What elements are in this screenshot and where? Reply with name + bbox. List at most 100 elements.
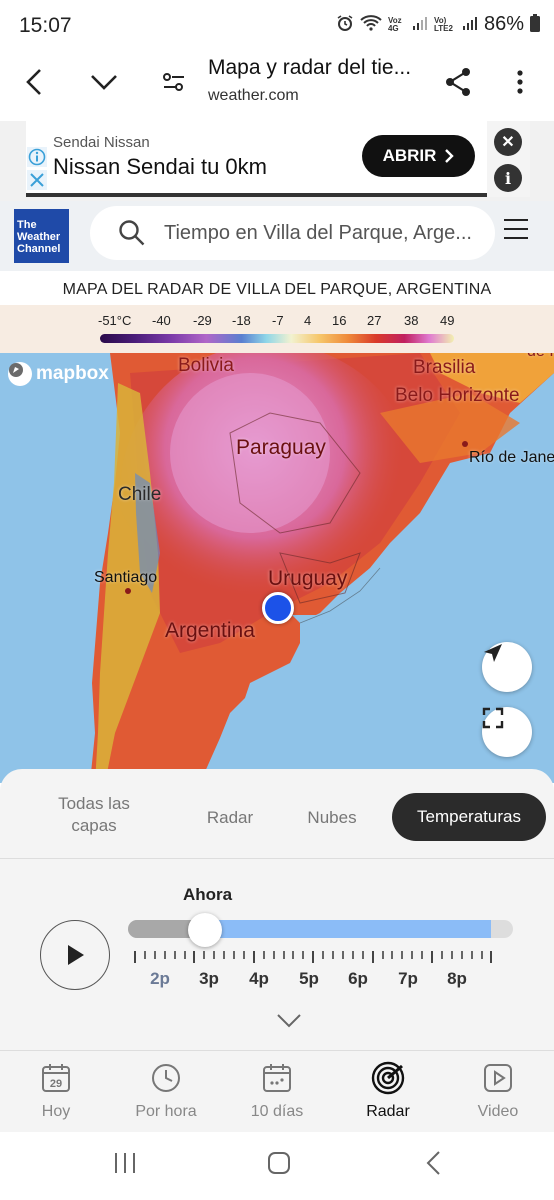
fullscreen-button[interactable]: [482, 707, 532, 757]
legend-tick: -51°C: [98, 313, 132, 328]
timeline-thumb[interactable]: [188, 913, 222, 947]
map-label-rio: Río de Jane: [469, 449, 554, 466]
current-location-marker[interactable]: [262, 592, 294, 624]
map-label-santiago: Santiago: [94, 569, 158, 586]
legend-tick: 27: [367, 313, 382, 328]
legend-tick: -7: [272, 313, 284, 328]
timeline-tick: [153, 951, 156, 959]
map-label-brasilia: Brasilia: [413, 357, 476, 378]
recent-apps-icon[interactable]: [112, 1150, 138, 1181]
nav-hourly-label: Por hora: [135, 1103, 197, 1120]
timeline-tick: [421, 951, 424, 959]
clock-icon: [116, 1061, 216, 1095]
ad-headline: Nissan Sendai tu 0km: [53, 154, 267, 179]
navigation-arrow-icon: [484, 644, 502, 662]
more-options-icon[interactable]: [498, 60, 542, 104]
search-icon: [118, 219, 146, 252]
back-icon[interactable]: [12, 60, 56, 104]
map-label-bolivia: Bolivia: [178, 355, 234, 376]
timeline-tick: [391, 951, 394, 959]
timeline-tick: [173, 951, 176, 959]
site-header: The Weather Channel Tiempo en Villa del …: [0, 201, 554, 271]
status-time: 15:07: [19, 14, 72, 37]
tab-radar[interactable]: Radar: [190, 807, 270, 829]
chevron-right-icon: [445, 149, 455, 163]
tab-temperatures[interactable]: Temperaturas: [392, 793, 546, 841]
timeline-track[interactable]: [128, 920, 513, 938]
legend-tick: -18: [232, 313, 251, 328]
nav-10-days-label: 10 días: [250, 1103, 304, 1120]
page-title[interactable]: Mapa y radar del tie...: [208, 56, 438, 80]
nav-hourly[interactable]: Por hora: [116, 1061, 216, 1121]
map-label-belo-horizonte: Belo Horizonte: [395, 385, 520, 406]
timeline-tick: [193, 951, 196, 963]
ad-card[interactable]: Sendai Nissan Nissan Sendai tu 0km ABRIR: [26, 121, 530, 197]
play-icon: [68, 945, 84, 965]
site-settings-icon[interactable]: [152, 60, 196, 104]
back-nav-icon[interactable]: [424, 1150, 444, 1181]
signal-icon-2: [462, 15, 478, 34]
ad-close-small-icon[interactable]: [27, 170, 47, 195]
nav-video[interactable]: Video: [448, 1061, 548, 1121]
timeline-tick: [361, 951, 364, 959]
radar-map[interactable]: mapbox Bolivia de I Brasilia Belo Horizo…: [0, 353, 554, 783]
timeline-tick: [262, 951, 265, 959]
legend-tick: 49: [440, 313, 455, 328]
play-button[interactable]: [40, 920, 110, 990]
timeline-tick: [381, 951, 384, 959]
chevron-down-icon[interactable]: [82, 60, 126, 104]
timeline-tick: [134, 951, 136, 963]
timeline-tick: [252, 951, 255, 963]
tab-clouds[interactable]: Nubes: [292, 807, 372, 829]
menu-icon[interactable]: [504, 219, 528, 246]
home-icon[interactable]: [266, 1150, 292, 1181]
timeline-tick: [411, 951, 414, 959]
mapbox-attribution[interactable]: mapbox: [8, 362, 109, 386]
timeline-tick: [302, 951, 305, 959]
timeline-tick: [401, 951, 404, 959]
timeline-tick: [371, 951, 374, 963]
map-label-top-right: de I: [527, 353, 554, 361]
search-input[interactable]: Tiempo en Villa del Parque, Arge...: [90, 206, 495, 260]
video-icon: [448, 1061, 548, 1095]
locate-me-button[interactable]: [482, 642, 532, 692]
signal-icon: [412, 15, 428, 34]
timeline-tick: [480, 951, 483, 959]
hour-label: 8p: [447, 969, 467, 988]
map-label-chile: Chile: [118, 484, 162, 505]
legend-color-bar: [100, 334, 454, 343]
timeline-tick: [213, 951, 216, 959]
ad-open-button[interactable]: ABRIR: [362, 135, 475, 177]
nav-10-days[interactable]: 10 días: [227, 1061, 327, 1121]
collapse-chevron-icon[interactable]: [276, 1013, 302, 1034]
timeline-tick: [460, 951, 463, 959]
ad-open-label: ABRIR: [382, 146, 437, 165]
map-label-argentina: Argentina: [165, 619, 255, 642]
timeline-tick: [183, 951, 186, 959]
ad-info-icon[interactable]: [27, 147, 47, 172]
hour-label: 7p: [398, 969, 418, 988]
legend-tick: -40: [152, 313, 171, 328]
alarm-icon: [336, 14, 354, 35]
page-url[interactable]: weather.com: [208, 87, 299, 105]
ad-about-icon[interactable]: i: [494, 164, 522, 192]
share-icon[interactable]: [436, 60, 480, 104]
timeline-tick: [272, 951, 275, 959]
timeline-tick: [233, 951, 235, 959]
ad-advertiser: Sendai Nissan: [53, 134, 150, 151]
timeline-tick: [292, 951, 295, 959]
nav-today[interactable]: 29 Hoy: [6, 1061, 106, 1121]
timeline-tick: [143, 951, 146, 959]
ad-close-icon[interactable]: ✕: [494, 128, 522, 156]
twc-logo-text: The Weather Channel: [17, 219, 61, 255]
twc-logo[interactable]: The Weather Channel: [14, 209, 69, 263]
timeline-tick: [322, 951, 325, 959]
ad-banner: Sendai Nissan Nissan Sendai tu 0km ABRIR: [0, 121, 554, 201]
radar-icon: [338, 1061, 438, 1095]
nav-radar[interactable]: Radar: [338, 1061, 438, 1121]
timeline-tick: [490, 951, 493, 963]
tab-all-layers[interactable]: Todas las capas: [40, 793, 148, 837]
timeline-tick: [163, 951, 166, 959]
system-nav-bar: [0, 1132, 554, 1200]
legend-tick: 16: [332, 313, 347, 328]
